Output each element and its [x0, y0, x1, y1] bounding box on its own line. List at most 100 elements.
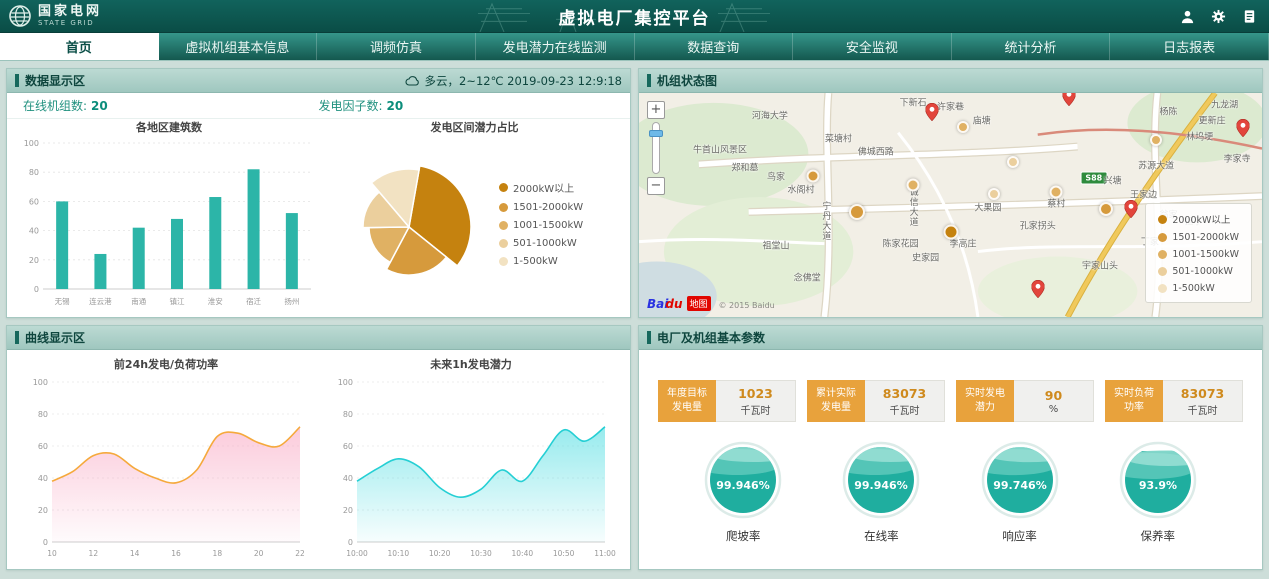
map-pin-icon-3[interactable] [1031, 280, 1044, 301]
zoom-slider-handle[interactable] [649, 130, 663, 137]
map-place-label-8: 李家寺 [1224, 151, 1251, 164]
map-place-label-5: 九龙湖 [1211, 98, 1238, 111]
svg-text:16: 16 [171, 549, 181, 558]
weather-text: 多云，2~12℃ 2019-09-23 12:9:18 [425, 73, 622, 89]
legend-dot-icon [499, 203, 508, 212]
stat-card-valuebox: 90% [1014, 380, 1094, 422]
nav-item-0[interactable]: 首页 [0, 33, 159, 60]
online-units-label: 在线机组数: [23, 99, 87, 113]
next1h-chart-title: 未来1h发电潜力 [325, 356, 617, 372]
nav-item-2[interactable]: 调频仿真 [317, 33, 476, 60]
stat-card-0: 年度目标发电量1023千瓦时 [658, 380, 796, 422]
panel-data-display: 数据显示区 多云，2~12℃ 2019-09-23 12:9:18 在线机组数:… [6, 68, 631, 318]
svg-text:99.946%: 99.946% [716, 479, 769, 492]
stat-card-1: 累计实际发电量83073千瓦时 [807, 380, 945, 422]
map-place-label-12: 郑和墓 [731, 160, 758, 173]
map-place-label-9: 菜塘村 [825, 131, 852, 144]
unit-marker-4[interactable] [988, 188, 1000, 200]
map-place-label-17: 大果园 [974, 201, 1001, 214]
panel-title: 曲线显示区 [25, 329, 85, 346]
unit-marker-8[interactable] [1099, 202, 1113, 216]
unit-marker-0[interactable] [957, 121, 969, 133]
legend-dot-icon [1158, 233, 1167, 242]
legend-item-2: 1001-1500kW [499, 220, 583, 231]
svg-text:14: 14 [130, 549, 140, 558]
map-place-label-6: 更新庄 [1199, 113, 1226, 126]
app-title: 虚拟电厂集控平台 [0, 4, 1269, 29]
zoom-slider[interactable] [652, 122, 660, 174]
map-pin-icon-2[interactable] [1125, 200, 1138, 221]
legend-item-3: 501-1000kW [1158, 266, 1239, 277]
next1h-line-chart: 02040608010010:0010:1010:2010:3010:4010:… [325, 372, 617, 564]
unit-marker-1[interactable] [1007, 156, 1019, 168]
legend-item-4: 1-500kW [499, 256, 583, 267]
svg-text:20: 20 [38, 506, 48, 515]
svg-text:10:10: 10:10 [388, 549, 410, 558]
unit-marker-5[interactable] [849, 204, 865, 220]
zoom-in-button[interactable]: + [647, 101, 665, 119]
map-pin-icon-1[interactable] [1237, 119, 1250, 140]
map-place-label-0: 河海大学 [752, 109, 788, 122]
bar-chart-title: 各地区建筑数 [13, 119, 325, 135]
generation-factors-label: 发电因子数: [319, 99, 383, 113]
legend-dot-icon [1158, 267, 1167, 276]
svg-text:0: 0 [34, 285, 39, 294]
map-pin-icon-0[interactable] [1062, 93, 1075, 109]
nav-item-5[interactable]: 安全监视 [793, 33, 952, 60]
data-charts-row: 各地区建筑数 020406080100无锡连云港南通镇江淮安宿迁扬州 发电区间潜… [7, 119, 630, 315]
stat-card-label: 实时发电潜力 [956, 380, 1014, 422]
document-icon[interactable] [1242, 9, 1257, 24]
map-place-label-26: 念佛堂 [794, 270, 821, 283]
online-units-stat: 在线机组数:20 [23, 97, 319, 114]
legend-dot-icon [499, 239, 508, 248]
legend-label: 2000kW以上 [1172, 212, 1230, 226]
unit-marker-6[interactable] [1050, 185, 1063, 198]
pie-legend: 2000kW以上1501-2000kW1001-1500kW501-1000kW… [499, 180, 583, 267]
nav-item-3[interactable]: 发电潜力在线监测 [476, 33, 635, 60]
logo-text-en: STATE GRID [38, 19, 102, 27]
stat-cards-row: 年度目标发电量1023千瓦时累计实际发电量83073千瓦时实时发电潜力90%实时… [639, 380, 1262, 422]
liquid-gauge: 99.746% [978, 438, 1062, 522]
past24h-chart-title: 前24h发电/负荷功率 [20, 356, 312, 372]
svg-text:0: 0 [43, 538, 48, 547]
map-zoom-control: + − [647, 101, 665, 195]
map-place-label-27: 陈家花园 [883, 237, 919, 250]
map-pin-icon-4[interactable] [925, 103, 938, 124]
stat-card-valuebox: 83073千瓦时 [1163, 380, 1243, 422]
user-icon[interactable] [1180, 9, 1195, 24]
gauge-label: 爬坡率 [726, 528, 761, 544]
map-place-label-29: 史家园 [912, 250, 939, 263]
panel-data-display-header: 数据显示区 多云，2~12℃ 2019-09-23 12:9:18 [7, 69, 630, 93]
weather-status: 多云，2~12℃ 2019-09-23 12:9:18 [405, 73, 622, 89]
panel-accent [15, 74, 19, 87]
panel-map-header: 机组状态图 [639, 69, 1262, 93]
svg-text:100: 100 [33, 378, 48, 387]
pie-chart-title: 发电区间潜力占比 [325, 119, 624, 135]
svg-text:100: 100 [24, 139, 39, 148]
unit-marker-9[interactable] [1150, 134, 1162, 146]
svg-text:南通: 南通 [131, 296, 146, 306]
unit-marker-7[interactable] [943, 224, 958, 239]
past24h-chart-box: 前24h发电/负荷功率 02040608010010121416182022 [20, 356, 312, 564]
state-grid-logo: 国家电网 STATE GRID [8, 4, 102, 28]
panel-title: 数据显示区 [25, 72, 85, 89]
svg-text:20: 20 [29, 256, 39, 265]
generation-factors-stat: 发电因子数:20 [319, 97, 615, 114]
svg-text:18: 18 [213, 549, 223, 558]
map-canvas[interactable]: + − S88 2000kW以上1501-2000kW1001-1500kW50… [639, 93, 1262, 317]
panel-curves-body: 前24h发电/负荷功率 02040608010010121416182022 未… [7, 350, 630, 569]
panel-accent [647, 74, 651, 87]
nav-item-6[interactable]: 统计分析 [952, 33, 1111, 60]
nav-item-4[interactable]: 数据查询 [635, 33, 794, 60]
unit-marker-3[interactable] [907, 178, 920, 191]
unit-marker-2[interactable] [807, 169, 820, 182]
gear-icon[interactable] [1211, 9, 1226, 24]
line-charts-row: 前24h发电/负荷功率 02040608010010121416182022 未… [7, 350, 630, 564]
map-place-label-2: 许家巷 [937, 100, 964, 113]
svg-text:40: 40 [29, 227, 39, 236]
nav-item-1[interactable]: 虚拟机组基本信息 [159, 33, 318, 60]
map-place-label-16: 诚信大道 [907, 187, 920, 227]
nav-item-7[interactable]: 日志报表 [1110, 33, 1269, 60]
legend-item-3: 501-1000kW [499, 238, 583, 249]
zoom-out-button[interactable]: − [647, 177, 665, 195]
